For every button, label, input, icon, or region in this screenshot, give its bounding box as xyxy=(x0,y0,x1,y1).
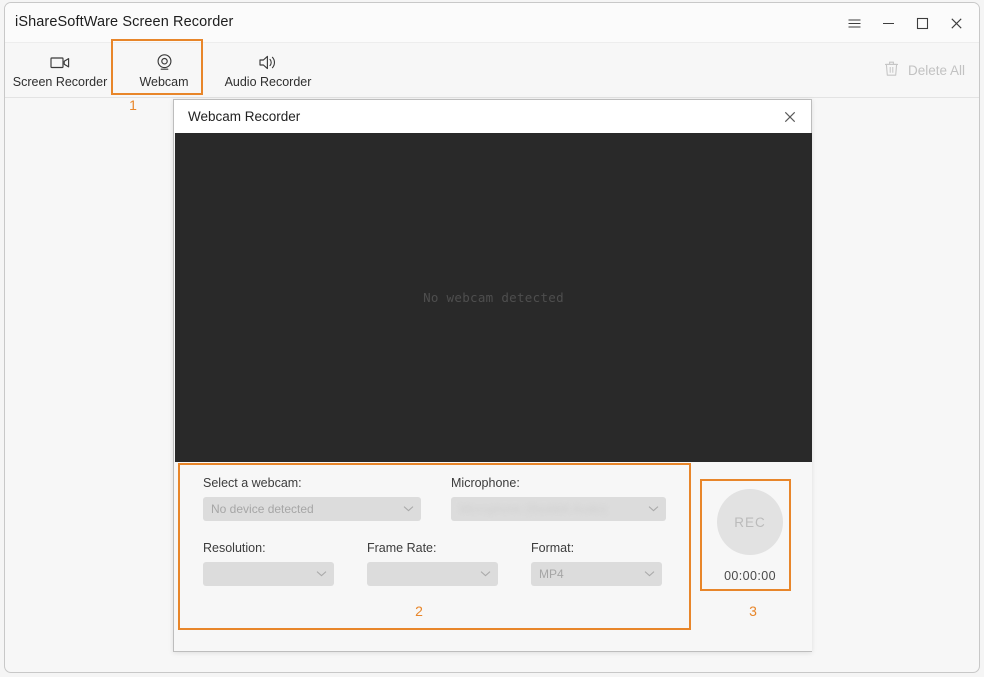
spacer xyxy=(334,541,367,586)
record-button[interactable]: REC xyxy=(717,489,783,555)
frame-rate-select-field: Frame Rate: xyxy=(367,541,498,586)
spacer xyxy=(421,476,451,521)
dialog-title: Webcam Recorder xyxy=(188,109,300,124)
webcam-select-value: No device detected xyxy=(203,502,314,516)
format-select-value: MP4 xyxy=(531,567,564,581)
video-camera-icon xyxy=(50,53,71,72)
minimize-icon[interactable] xyxy=(871,8,905,38)
chevron-down-icon xyxy=(480,564,491,582)
webcam-select[interactable]: No device detected xyxy=(203,497,421,521)
chevron-down-icon xyxy=(644,564,655,582)
trash-icon xyxy=(884,60,899,82)
dialog-close-icon[interactable] xyxy=(779,106,801,128)
tab-label: Audio Recorder xyxy=(225,75,312,89)
delete-all-button[interactable]: Delete All xyxy=(884,43,965,98)
frame-rate-select-label: Frame Rate: xyxy=(367,541,498,555)
app-root: iShareSoftWare Screen Recorder xyxy=(0,0,984,677)
app-title: iShareSoftWare Screen Recorder xyxy=(15,14,233,30)
tab-label: Webcam xyxy=(139,75,188,89)
toolbar: Screen Recorder Webcam xyxy=(5,43,979,98)
annotation-number-1: 1 xyxy=(123,97,143,113)
tab-screen-recorder[interactable]: Screen Recorder xyxy=(5,43,115,98)
annotation-number-2: 2 xyxy=(409,603,429,619)
webcam-recorder-dialog: Webcam Recorder No webcam detected xyxy=(173,99,812,652)
preview-message: No webcam detected xyxy=(423,290,564,305)
webcam-select-field: Select a webcam: No device detected xyxy=(203,476,421,521)
chevron-down-icon xyxy=(316,564,327,582)
settings-panel: Select a webcam: No device detected Micr… xyxy=(175,462,812,651)
microphone-select[interactable]: Microphone (Realtek Audio) xyxy=(451,497,666,521)
tab-list: Screen Recorder Webcam xyxy=(5,43,323,98)
frame-rate-select[interactable] xyxy=(367,562,498,586)
settings-fields: Select a webcam: No device detected Micr… xyxy=(203,476,685,586)
format-select[interactable]: MP4 xyxy=(531,562,662,586)
tab-label: Screen Recorder xyxy=(13,75,108,89)
annotation-number-3: 3 xyxy=(743,603,763,619)
close-icon[interactable] xyxy=(939,8,973,38)
record-button-label: REC xyxy=(734,515,766,530)
settings-row-2: Resolution: Frame Rate: xyxy=(203,541,685,586)
format-select-label: Format: xyxy=(531,541,662,555)
settings-row-1: Select a webcam: No device detected Micr… xyxy=(203,476,685,521)
webcam-preview: No webcam detected xyxy=(175,133,812,462)
microphone-select-field: Microphone: Microphone (Realtek Audio) xyxy=(451,476,666,521)
title-bar: iShareSoftWare Screen Recorder xyxy=(5,3,979,43)
webcam-select-label: Select a webcam: xyxy=(203,476,421,490)
maximize-icon[interactable] xyxy=(905,8,939,38)
microphone-select-value: Microphone (Realtek Audio) xyxy=(451,502,607,516)
main-window: iShareSoftWare Screen Recorder xyxy=(4,2,980,673)
window-controls xyxy=(837,3,973,43)
format-select-field: Format: MP4 xyxy=(531,541,662,586)
menu-icon[interactable] xyxy=(837,8,871,38)
resolution-select-field: Resolution: xyxy=(203,541,334,586)
resolution-select[interactable] xyxy=(203,562,334,586)
resolution-select-label: Resolution: xyxy=(203,541,334,555)
spacer xyxy=(498,541,531,586)
record-timer: 00:00:00 xyxy=(724,569,776,583)
tab-webcam[interactable]: Webcam xyxy=(115,43,213,98)
dialog-title-bar: Webcam Recorder xyxy=(174,100,811,133)
microphone-select-label: Microphone: xyxy=(451,476,666,490)
delete-all-label: Delete All xyxy=(908,63,965,78)
tab-audio-recorder[interactable]: Audio Recorder xyxy=(213,43,323,98)
chevron-down-icon xyxy=(403,499,414,517)
record-panel: REC 00:00:00 xyxy=(708,480,792,592)
webcam-icon xyxy=(155,53,174,72)
speaker-icon xyxy=(258,53,278,72)
chevron-down-icon xyxy=(648,499,659,517)
